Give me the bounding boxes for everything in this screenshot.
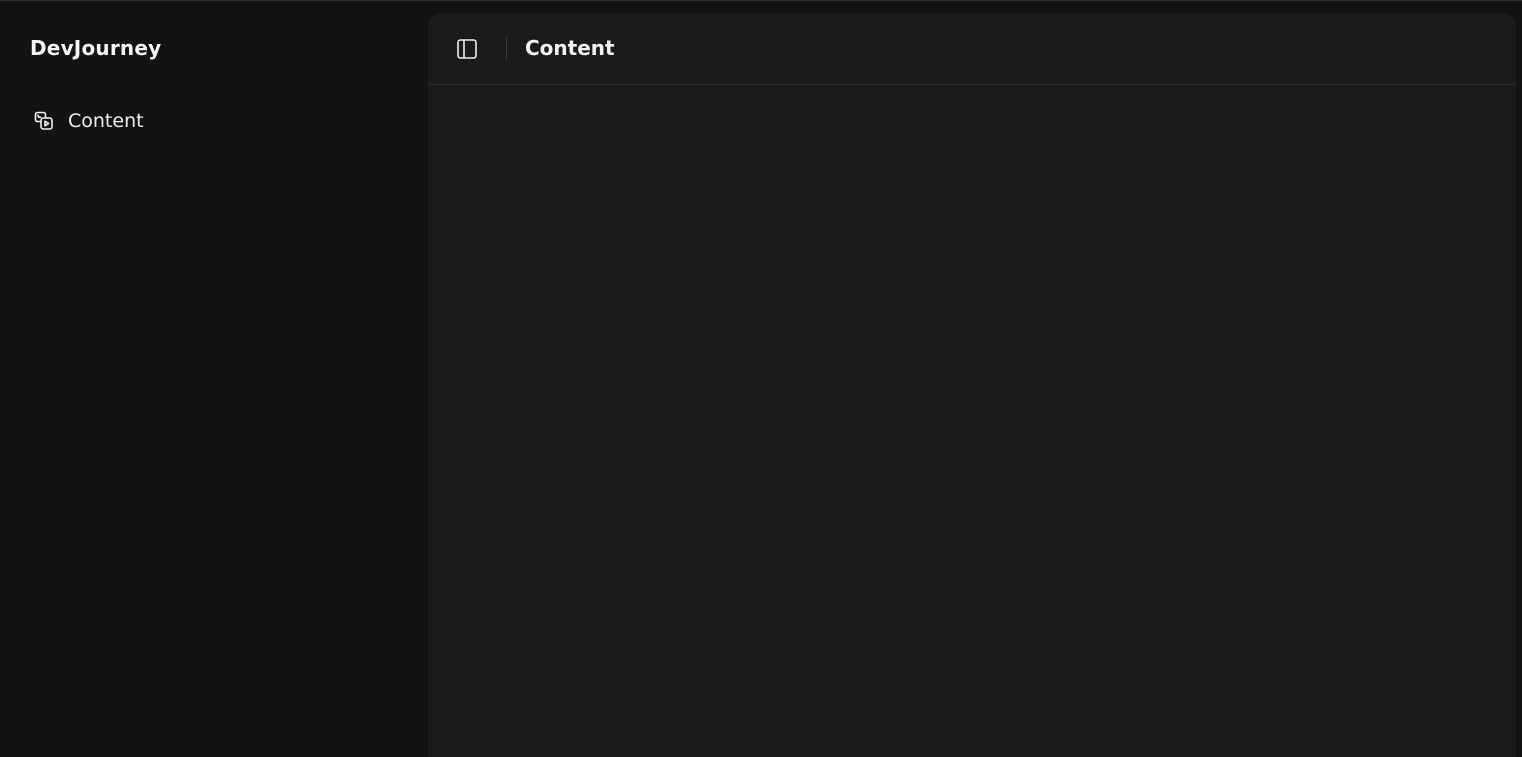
content-area — [428, 85, 1516, 757]
page-header: Content — [428, 13, 1516, 85]
sidebar-item-content[interactable]: Content — [24, 105, 404, 137]
header-divider — [506, 37, 507, 61]
brand-logo-text[interactable]: DevJourney — [30, 35, 161, 61]
media-content-icon — [34, 111, 54, 131]
sidebar: DevJourney Content — [0, 1, 428, 757]
main-panel: Content — [428, 13, 1516, 757]
sidebar-toggle-button[interactable] — [450, 33, 484, 65]
sidebar-item-label: Content — [68, 110, 144, 132]
page-title: Content — [525, 36, 615, 60]
sidebar-toggle-icon — [456, 38, 478, 60]
